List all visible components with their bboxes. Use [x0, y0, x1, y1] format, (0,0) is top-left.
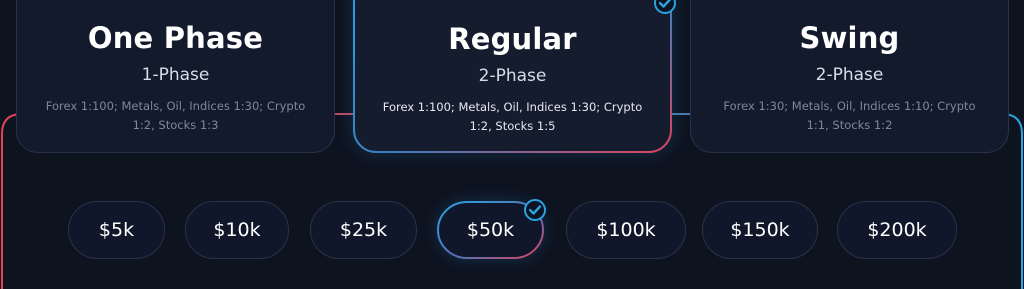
amount-option-150k[interactable]: $150k — [702, 201, 818, 259]
plan-leverage-description: Forex 1:100; Metals, Oil, Indices 1:30; … — [382, 100, 643, 133]
checkmark-icon — [524, 199, 546, 221]
plan-title: One Phase — [87, 21, 264, 55]
plan-title: Swing — [799, 21, 900, 55]
plan-subtitle: 2-Phase — [478, 66, 547, 86]
plan-subtitle: 2-Phase — [815, 65, 884, 85]
amount-option-25k[interactable]: $25k — [310, 201, 417, 259]
plan-subtitle: 1-Phase — [141, 65, 210, 85]
plan-leverage-description: Forex 1:30; Metals, Oil, Indices 1:10; C… — [723, 99, 976, 132]
plan-card-regular[interactable]: Regular 2-Phase Forex 1:100; Metals, Oil, … — [353, 0, 672, 153]
amount-option-200k[interactable]: $200k — [837, 201, 957, 259]
amount-option-10k[interactable]: $10k — [185, 201, 289, 259]
amount-option-5k[interactable]: $5k — [68, 201, 165, 259]
plan-card-one-phase[interactable]: One Phase 1-Phase Forex 1:100; Metals, Oil… — [16, 0, 335, 153]
plan-title: Regular — [448, 22, 577, 56]
amount-option-100k[interactable]: $100k — [566, 201, 686, 259]
plan-leverage-description: Forex 1:100; Metals, Oil, Indices 1:30; … — [45, 99, 306, 132]
plan-card-swing[interactable]: Swing 2-Phase Forex 1:30; Metals, Oil, Ind… — [690, 0, 1009, 153]
